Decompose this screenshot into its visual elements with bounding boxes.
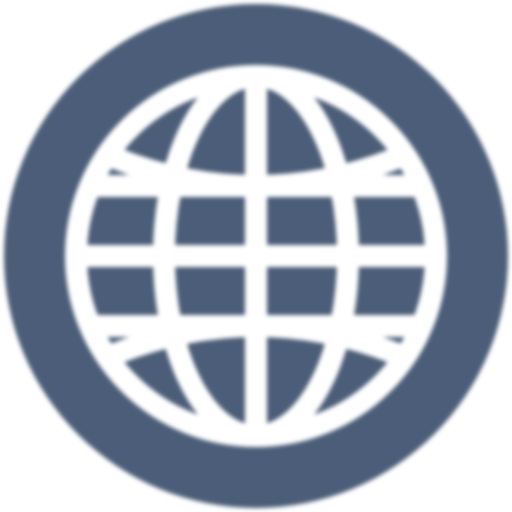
globe-app-icon[interactable] (0, 0, 512, 512)
globe-lines (65, 65, 447, 447)
globe-icon (0, 0, 512, 512)
